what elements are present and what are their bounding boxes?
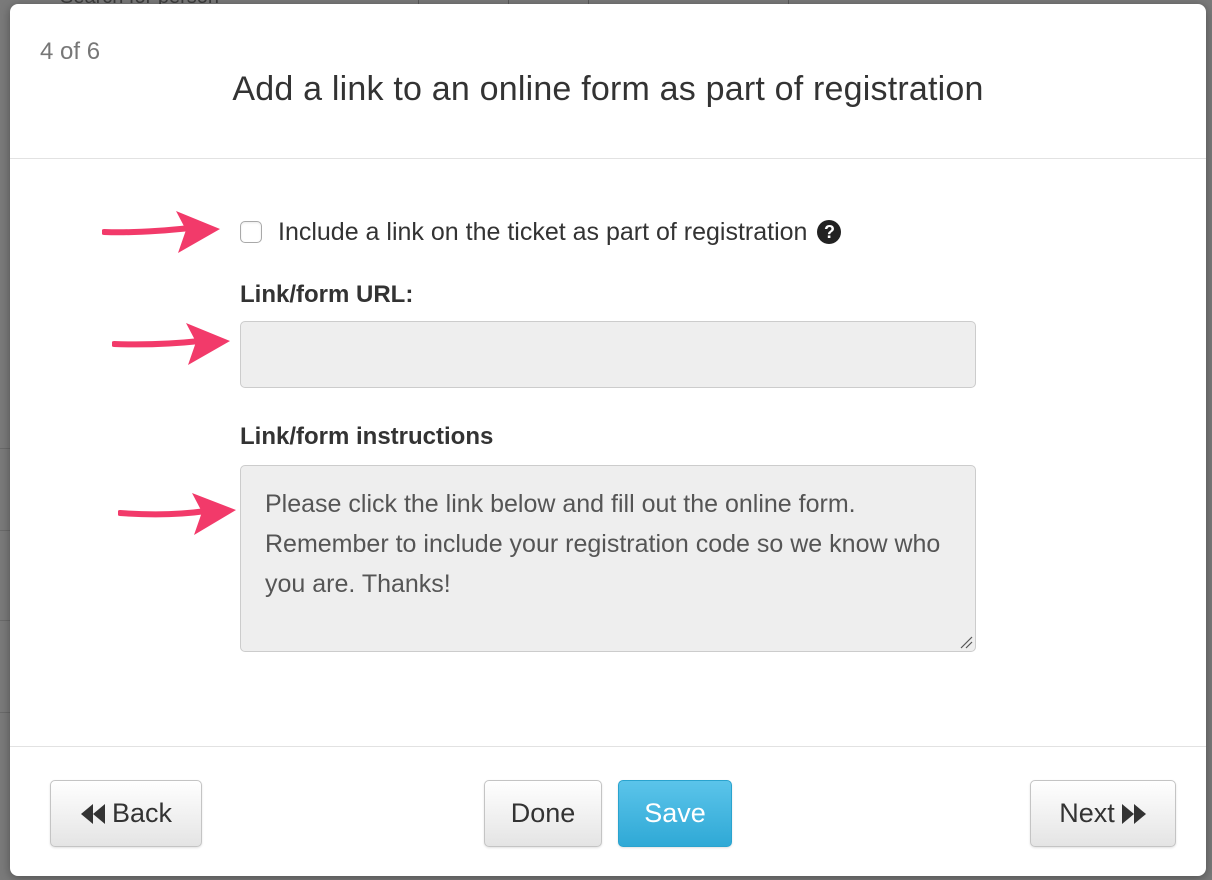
modal-body: Include a link on the ticket as part of … bbox=[10, 159, 1206, 746]
background-divider bbox=[0, 712, 10, 713]
next-label: Next bbox=[1059, 798, 1115, 828]
save-button[interactable]: Save bbox=[618, 780, 732, 847]
save-label: Save bbox=[644, 798, 706, 828]
modal-header: 4 of 6 Add a link to an online form as p… bbox=[10, 4, 1206, 159]
background-divider bbox=[0, 620, 10, 621]
done-label: Done bbox=[510, 798, 576, 828]
step-indicator: 4 of 6 bbox=[40, 38, 101, 65]
include-link-checkbox[interactable] bbox=[240, 221, 262, 243]
forward-icon bbox=[1121, 803, 1146, 824]
modal-footer: Back Done Save Next bbox=[10, 746, 1206, 876]
background-divider bbox=[0, 448, 10, 449]
question-circle-icon[interactable]: ? bbox=[817, 220, 842, 244]
back-button[interactable]: Back bbox=[50, 780, 202, 847]
back-label: Back bbox=[111, 798, 173, 828]
include-link-label[interactable]: Include a link on the ticket as part of … bbox=[278, 218, 807, 247]
resize-grip-icon[interactable] bbox=[959, 635, 973, 649]
pink-arrow-icon bbox=[118, 493, 236, 535]
url-label: Link/form URL: bbox=[240, 281, 414, 308]
instructions-label: Link/form instructions bbox=[240, 423, 494, 450]
include-link-row: Include a link on the ticket as part of … bbox=[240, 215, 842, 249]
url-input[interactable] bbox=[240, 321, 976, 388]
instructions-textarea[interactable]: Please click the link below and fill out… bbox=[240, 465, 976, 652]
modal-title: Add a link to an online form as part of … bbox=[232, 70, 984, 108]
done-button[interactable]: Done bbox=[484, 780, 602, 847]
pink-arrow-icon bbox=[112, 323, 230, 365]
next-button[interactable]: Next bbox=[1030, 780, 1176, 847]
pink-arrow-icon bbox=[102, 211, 220, 253]
backward-icon bbox=[80, 803, 105, 824]
instructions-text: Please click the link below and fill out… bbox=[265, 490, 941, 598]
background-divider bbox=[0, 530, 10, 531]
wizard-modal: 4 of 6 Add a link to an online form as p… bbox=[10, 4, 1206, 876]
